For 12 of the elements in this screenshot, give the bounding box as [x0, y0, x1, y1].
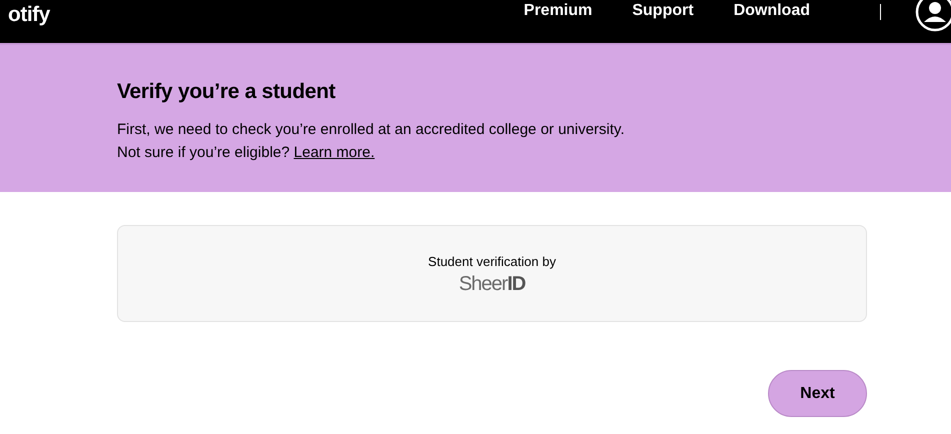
- user-icon[interactable]: [915, 0, 951, 32]
- verification-caption: Student verification by: [428, 254, 556, 269]
- provider-logo: SheerID: [458, 273, 526, 296]
- page-title: Verify you’re a student: [117, 80, 336, 104]
- next-button[interactable]: Next: [768, 370, 867, 417]
- nav-link[interactable]: Premium: [524, 2, 592, 20]
- eligibility-text: Not sure if you’re eligible? Learn more.: [117, 143, 376, 163]
- brand-logo[interactable]: otify: [8, 3, 50, 27]
- intro-text: First, we need to check you’re enrolled at an accredited college or university.: [117, 120, 626, 140]
- nav-link[interactable]: Download: [734, 2, 810, 20]
- nav-link[interactable]: Support: [632, 2, 694, 20]
- learn-more-link[interactable]: Learn more.: [294, 144, 375, 161]
